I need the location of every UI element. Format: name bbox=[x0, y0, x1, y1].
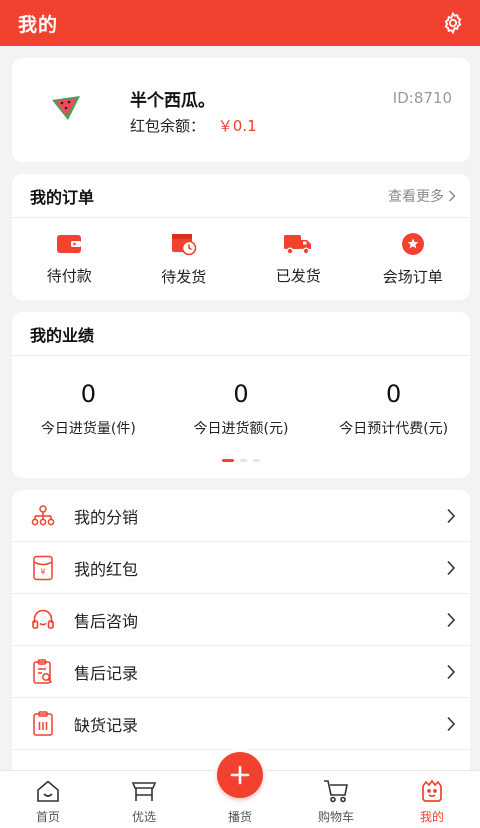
cart-icon bbox=[322, 776, 350, 806]
headset-icon bbox=[30, 607, 56, 633]
stat-label: 今日预计代费(元) bbox=[339, 421, 449, 437]
stat-value: 0 bbox=[80, 380, 96, 408]
menu-item-label: 售后咨询 bbox=[74, 611, 139, 631]
menu-item-label: 我的红包 bbox=[74, 559, 139, 579]
menu-item-distribution[interactable]: 我的分销 bbox=[12, 490, 470, 542]
chevron-right-icon bbox=[447, 716, 456, 731]
orders-card: 我的订单 查看更多 待付款 待发货 已发货 会场订单 bbox=[12, 174, 470, 300]
user-id: ID:8710 bbox=[392, 89, 452, 107]
order-shipped[interactable]: 已发货 bbox=[241, 218, 356, 300]
wallet-icon bbox=[56, 233, 82, 259]
chevron-right-icon bbox=[448, 189, 456, 202]
chevron-right-icon bbox=[447, 664, 456, 679]
menu-item-label: 我的分销 bbox=[74, 507, 139, 527]
distribution-icon bbox=[30, 503, 56, 529]
star-badge-icon bbox=[401, 232, 425, 260]
order-item-label: 待付款 bbox=[46, 266, 92, 285]
order-pending-shipment[interactable]: 待发货 bbox=[127, 218, 242, 300]
page-title: 我的 bbox=[18, 13, 59, 36]
view-more-link[interactable]: 查看更多 bbox=[388, 186, 456, 206]
top-bar: 我的 bbox=[0, 0, 480, 46]
menu-item-after-sales-consult[interactable]: 售后咨询 bbox=[12, 594, 470, 646]
user-icon bbox=[419, 776, 445, 806]
orders-title: 我的订单 bbox=[30, 187, 95, 207]
tab-label: 购物车 bbox=[317, 810, 354, 824]
plus-icon[interactable] bbox=[217, 752, 263, 798]
order-venue[interactable]: 会场订单 bbox=[356, 218, 471, 300]
order-item-label: 会场订单 bbox=[382, 267, 443, 286]
menu-item-red-envelope[interactable]: ¥ 我的红包 bbox=[12, 542, 470, 594]
order-pending-payment[interactable]: 待付款 bbox=[12, 218, 127, 300]
balance-row: 红包余额： ￥0.1 bbox=[130, 115, 257, 136]
performance-header: 我的业绩 bbox=[12, 312, 470, 356]
stat-purchase-qty: 0 今日进货量(件) bbox=[12, 380, 165, 438]
carousel-indicator[interactable] bbox=[12, 459, 470, 462]
orders-header: 我的订单 查看更多 bbox=[12, 174, 470, 218]
tab-label: 首页 bbox=[35, 810, 60, 824]
tab-label: 我的 bbox=[419, 810, 444, 824]
chevron-right-icon bbox=[447, 612, 456, 627]
balance-label: 红包余额： bbox=[130, 117, 206, 135]
tab-mine[interactable]: 我的 bbox=[384, 771, 480, 828]
stat-purchase-amount: 0 今日进货额(元) bbox=[165, 380, 318, 438]
order-item-label: 已发货 bbox=[275, 266, 321, 285]
clipboard-search-icon bbox=[30, 658, 56, 685]
tab-home[interactable]: 首页 bbox=[0, 771, 96, 828]
stall-icon bbox=[131, 776, 157, 806]
truck-icon bbox=[283, 233, 313, 259]
stat-estimated-fee: 0 今日预计代费(元) bbox=[317, 380, 470, 438]
order-item-label: 待发货 bbox=[161, 267, 207, 286]
stat-label: 今日进货额(元) bbox=[193, 421, 289, 437]
clipboard-list-icon bbox=[30, 710, 56, 737]
menu-item-label: 缺货记录 bbox=[74, 715, 139, 735]
red-envelope-icon: ¥ bbox=[30, 555, 56, 581]
stat-value: 0 bbox=[386, 380, 402, 408]
tab-featured[interactable]: 优选 bbox=[96, 771, 192, 828]
chevron-right-icon bbox=[447, 508, 456, 523]
chevron-right-icon bbox=[447, 560, 456, 575]
gear-icon[interactable] bbox=[440, 10, 466, 36]
performance-card: 我的业绩 0 今日进货量(件) 0 今日进货额(元) 0 今日预计代费(元) bbox=[12, 312, 470, 478]
menu-item-shortage-records[interactable]: 缺货记录 bbox=[12, 698, 470, 750]
performance-title: 我的业绩 bbox=[30, 325, 95, 345]
stat-label: 今日进货量(件) bbox=[40, 421, 136, 437]
balance-value: ￥0.1 bbox=[217, 117, 257, 135]
menu-item-after-sales-records[interactable]: 售后记录 bbox=[12, 646, 470, 698]
user-name: 半个西瓜。 bbox=[130, 91, 215, 111]
carousel-dot-active bbox=[222, 459, 234, 462]
carousel-dot bbox=[253, 459, 260, 462]
home-icon bbox=[35, 776, 61, 806]
view-more-label: 查看更多 bbox=[388, 188, 444, 205]
tab-label: 播货 bbox=[227, 810, 252, 824]
menu-item-label: 售后记录 bbox=[74, 663, 139, 683]
tab-label: 优选 bbox=[131, 810, 156, 824]
tab-cart[interactable]: 购物车 bbox=[288, 771, 384, 828]
stat-value: 0 bbox=[233, 380, 249, 408]
carousel-dot bbox=[240, 459, 247, 462]
calendar-clock-icon bbox=[171, 232, 197, 260]
watermelon-icon[interactable] bbox=[46, 86, 86, 130]
svg-text:¥: ¥ bbox=[40, 567, 45, 576]
